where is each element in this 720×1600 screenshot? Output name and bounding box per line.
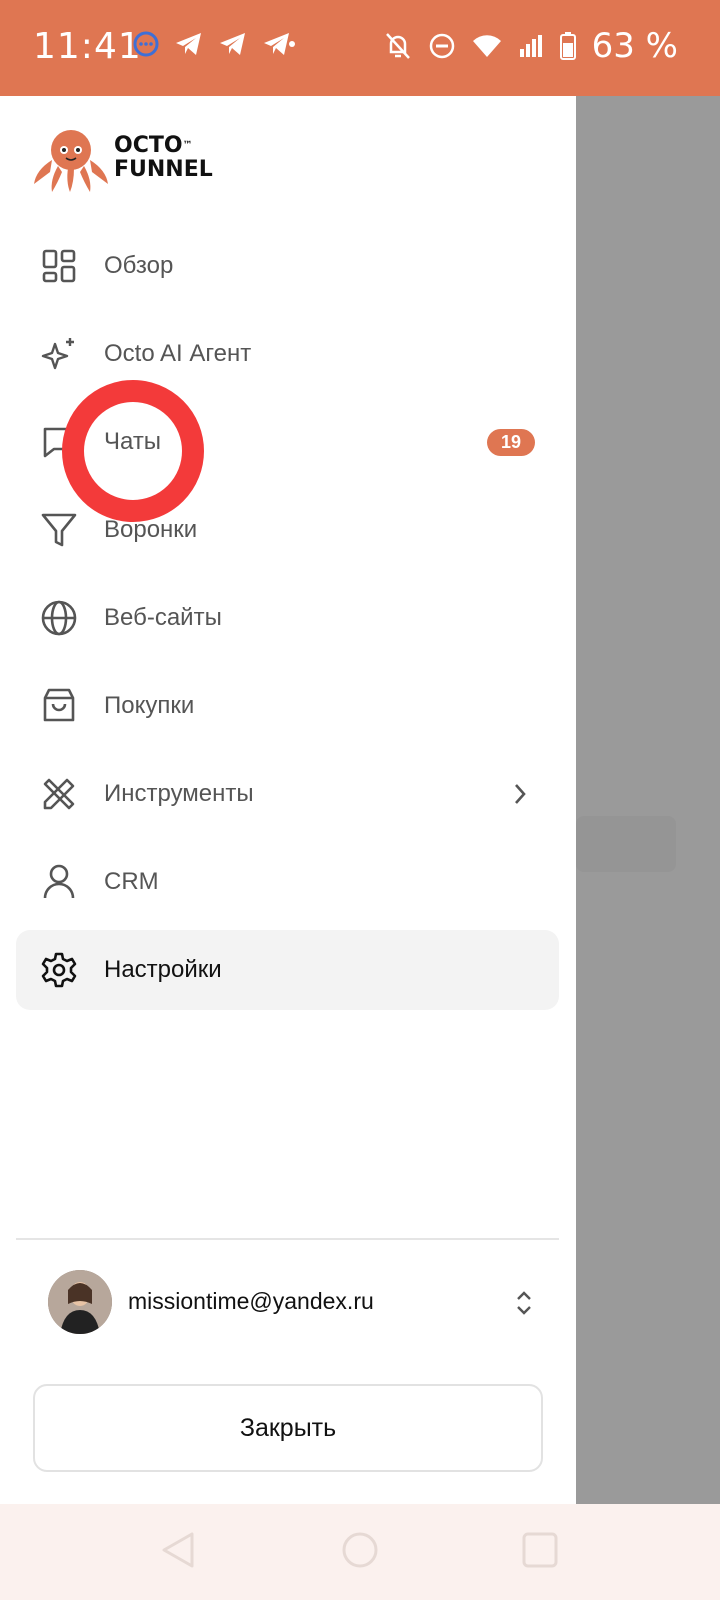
do-not-disturb-icon: [429, 33, 454, 59]
menu-item-purchases[interactable]: Покупки: [16, 662, 559, 750]
logo-line-2: FUNNEL: [114, 157, 213, 182]
account-switcher[interactable]: missiontime@yandex.ru: [48, 1270, 544, 1334]
bell-off-icon: [385, 33, 410, 59]
dimmed-backdrop[interactable]: [576, 96, 720, 1504]
menu-label-websites: Веб-сайты: [104, 604, 222, 631]
gear-icon: [40, 951, 78, 989]
tools-icon: [40, 775, 78, 813]
menu-item-settings[interactable]: Настройки: [16, 930, 559, 1010]
user-icon: [40, 863, 78, 901]
main-menu: Обзор Octo AI Агент Чаты 19 Воронки Веб-…: [16, 222, 559, 1010]
logo-line-1: OCTO: [114, 133, 183, 158]
battery-icon: [559, 32, 576, 60]
telegram-icon: [264, 33, 295, 55]
account-email: missiontime@yandex.ru: [128, 1288, 374, 1314]
logo-wordmark: OCTO™ FUNNEL: [114, 134, 213, 182]
menu-label-tools: Инструменты: [104, 780, 254, 807]
system-icons: 63 %: [384, 26, 678, 66]
menu-label-purchases: Покупки: [104, 692, 195, 719]
chevron-up-down-icon: [517, 1291, 531, 1315]
status-bar: 11:41 63 %: [0, 0, 720, 96]
navigation-drawer: OCTO™ FUNNEL Обзор Octo AI Агент Чаты 19: [0, 96, 576, 1504]
home-icon[interactable]: [338, 1528, 382, 1572]
logo-trademark: ™: [182, 140, 193, 151]
telegram-icon: [220, 33, 245, 55]
tap-indicator: [62, 380, 204, 522]
chat-bubble-icon: [133, 31, 159, 57]
menu-item-crm[interactable]: CRM: [16, 838, 559, 926]
avatar: [48, 1270, 112, 1334]
menu-item-tools[interactable]: Инструменты: [16, 750, 559, 838]
backdrop-item: [576, 816, 676, 872]
divider: [16, 1238, 559, 1240]
battery-percentage: 63 %: [591, 26, 678, 66]
menu-label-settings: Настройки: [104, 956, 222, 983]
dashboard-icon: [40, 247, 78, 285]
signal-icon: [519, 35, 542, 57]
menu-item-overview[interactable]: Обзор: [16, 222, 559, 310]
wifi-icon: [472, 35, 501, 57]
unread-count-badge: 19: [486, 428, 535, 456]
close-button[interactable]: Закрыть: [33, 1384, 543, 1472]
sparkles-icon: [40, 335, 78, 373]
menu-label-ai-agent: Octo AI Агент: [104, 340, 252, 367]
shopping-bag-icon: [40, 687, 78, 725]
system-navigation-bar: [0, 1504, 720, 1600]
back-icon[interactable]: [156, 1528, 200, 1572]
menu-item-ai-agent[interactable]: Octo AI Агент: [16, 310, 559, 398]
telegram-icon: [176, 33, 201, 55]
menu-label-crm: CRM: [104, 868, 159, 895]
status-time: 11:41: [33, 26, 142, 67]
menu-label-overview: Обзор: [104, 252, 174, 279]
globe-icon: [40, 599, 78, 637]
notification-icons: [132, 30, 296, 58]
menu-item-websites[interactable]: Веб-сайты: [16, 574, 559, 662]
chevron-right-icon: [515, 784, 526, 804]
funnel-icon: [40, 511, 78, 549]
octopus-logo-icon: [34, 130, 108, 192]
recents-icon[interactable]: [518, 1528, 562, 1572]
